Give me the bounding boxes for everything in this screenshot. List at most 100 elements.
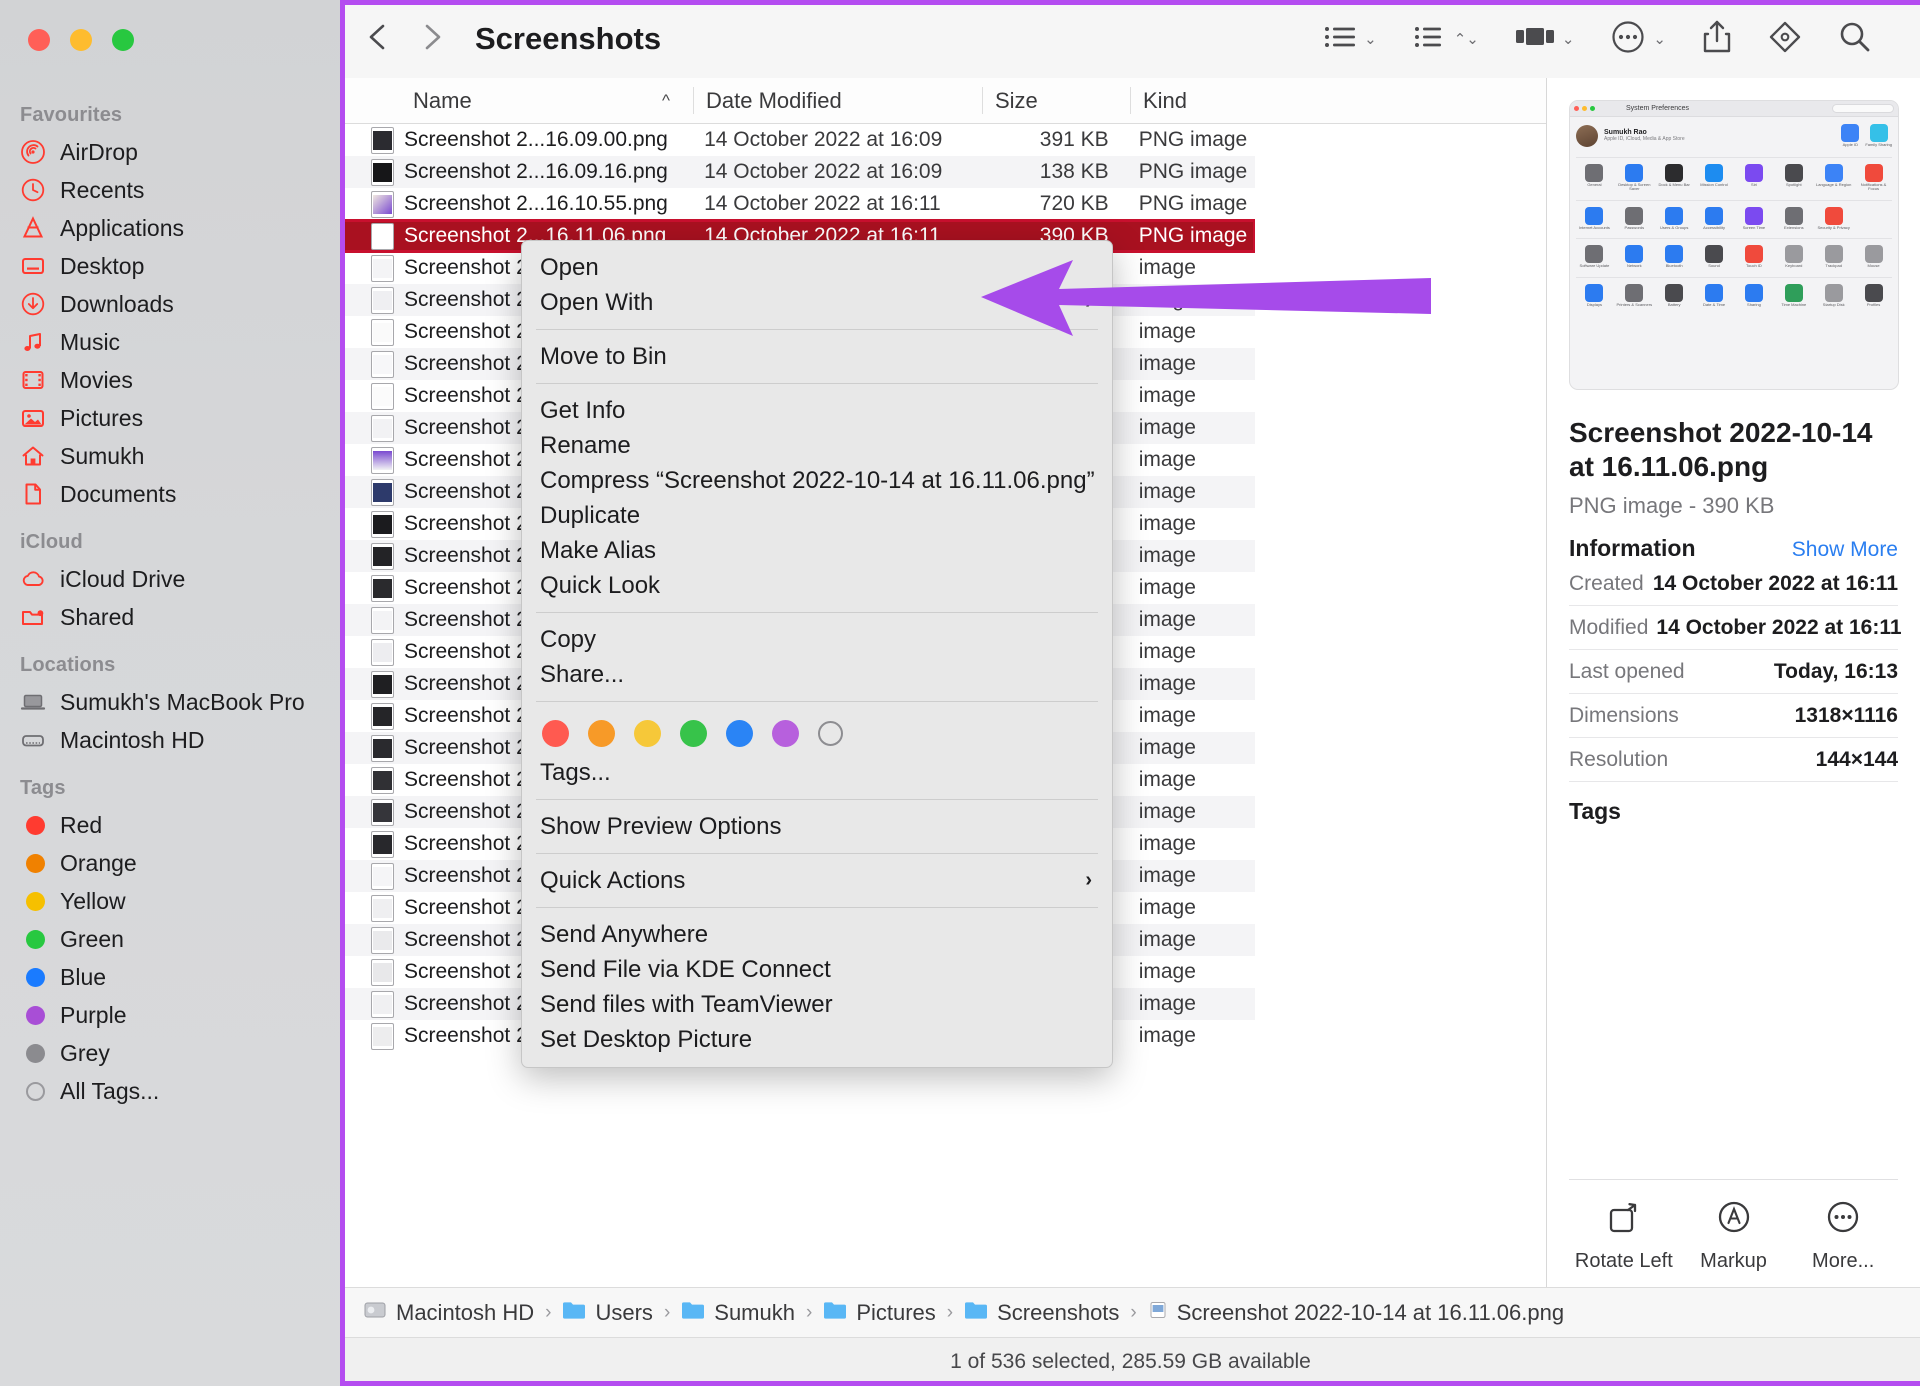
table-row[interactable]: Screenshot 2...16.09.00.png 14 October 20… [341,124,1255,156]
sidebar-item-orange[interactable]: Orange [0,844,341,882]
prefs-cell: Battery [1656,283,1693,308]
sidebar-item-grey[interactable]: Grey [0,1034,341,1072]
markup-button[interactable]: Markup [1679,1198,1789,1273]
menu-item-set-desktop-picture[interactable]: Set Desktop Picture [522,1022,1112,1057]
preview-info-rows: Created 14 October 2022 at 16:11 Modified 1… [1569,562,1902,783]
sidebar-item-desktop[interactable]: Desktop [0,247,341,285]
menu-item-move-to-bin[interactable]: Move to Bin [522,339,1112,374]
menu-item-copy[interactable]: Copy [522,622,1112,657]
menu-item-compress-screenshot-2022-10-14-at-16-11-[interactable]: Compress “Screenshot 2022-10-14 at 16.11… [522,463,1112,498]
menu-item-open[interactable]: Open [522,250,1112,285]
forward-button[interactable] [419,21,445,58]
menu-item-label: Quick Actions [540,866,686,894]
sidebar-item-sumukh[interactable]: Sumukh [0,437,341,475]
menu-item-send-anywhere[interactable]: Send Anywhere [522,917,1112,952]
show-more-link[interactable]: Show More [1792,538,1898,562]
menu-item-send-file-via-kde-connect[interactable]: Send File via KDE Connect [522,952,1112,987]
sidebar-item-icloud-drive[interactable]: iCloud Drive [0,560,341,598]
rotate-left-button[interactable]: Rotate Left [1569,1198,1679,1273]
menu-item-quick-actions[interactable]: Quick Actions › [522,863,1112,898]
menu-item-quick-look[interactable]: Quick Look [522,568,1112,603]
breadcrumb-item[interactable]: Screenshot 2022-10-14 at 16.11.06.png [1148,1300,1564,1326]
menu-item-tags[interactable]: Tags... [522,755,1112,790]
info-row: Last opened Today, 16:13 [1569,650,1898,695]
menu-item-duplicate[interactable]: Duplicate [522,498,1112,533]
tag-button[interactable] [1750,20,1820,59]
column-header-name[interactable]: Name ^ [341,78,694,123]
column-header-date[interactable]: Date Modified [694,78,983,123]
sidebar-item-red[interactable]: Red [0,806,341,844]
file-icon [1148,1300,1168,1326]
menu-item-send-files-with-teamviewer[interactable]: Send files with TeamViewer [522,987,1112,1022]
menu-item-label: Duplicate [540,501,641,529]
sidebar-item-green[interactable]: Green [0,920,341,958]
breadcrumb-item[interactable]: Users [562,1300,653,1326]
search-button[interactable] [1820,20,1890,59]
sidebar-item-yellow[interactable]: Yellow [0,882,341,920]
tag-color-swatches[interactable] [522,711,1112,755]
menu-item-make-alias[interactable]: Make Alias [522,533,1112,568]
prefs-cell: Notifications & Focus [1855,163,1892,192]
file-kind: image [1138,448,1196,471]
menu-item-open-with[interactable]: Open With › [522,285,1112,320]
sidebar-item-sumukh-s-macbook-pro[interactable]: Sumukh's MacBook Pro [0,683,341,721]
tag-color-swatch[interactable] [726,719,753,747]
tag-icon [1768,20,1802,59]
sidebar-item-purple[interactable]: Purple [0,996,341,1034]
minimize-button[interactable] [70,29,92,51]
close-button[interactable] [28,29,50,51]
sidebar-item-all-tags[interactable]: All Tags... [0,1072,341,1110]
tag-color-swatch[interactable] [588,719,615,747]
breadcrumb-item[interactable]: Screenshots [964,1300,1119,1326]
preview-panel: System Preferences Sumukh Rao Apple ID, … [1546,78,1920,1315]
table-row[interactable]: Screenshot 2...16.09.16.png 14 October 20… [341,156,1255,188]
prefs-cell: Dock & Menu Bar [1656,163,1693,192]
menu-item-get-info[interactable]: Get Info [522,393,1112,428]
breadcrumb-item[interactable]: Macintosh HD [363,1300,534,1326]
png-file-icon [371,894,394,922]
sidebar-item-applications[interactable]: Applications [0,209,341,247]
prefs-label: Passwords [1624,224,1645,230]
file-name: Screenshot 2...16.09.00.png [404,128,668,151]
tag-color-swatch[interactable] [542,719,569,747]
sidebar-item-label: iCloud Drive [60,565,186,592]
prefs-label: Accessibility [1703,224,1725,230]
menu-item-share[interactable]: Share... [522,657,1112,692]
group-sort-button[interactable]: ⌃⌄ [1395,24,1497,55]
column-header-size[interactable]: Size [983,78,1131,123]
context-menu[interactable]: Open Open With › Move to Bin Get Info Rename C… [521,240,1113,1068]
sidebar-item-airdrop[interactable]: AirDrop [0,133,341,171]
sidebar-item-recents[interactable]: Recents [0,171,341,209]
menu-item-rename[interactable]: Rename [522,428,1112,463]
sidebar-item-downloads[interactable]: Downloads [0,285,341,323]
maximize-button[interactable] [112,29,134,51]
back-button[interactable] [365,21,391,58]
sidebar-item-documents[interactable]: Documents [0,475,341,513]
tag-color-swatch[interactable] [680,719,707,747]
prefs-icon [1665,163,1684,182]
menu-item-show-preview-options[interactable]: Show Preview Options [522,809,1112,844]
breadcrumb[interactable]: Macintosh HD › Users › Sumukh › Pictures › Scree… [341,1287,1920,1337]
sidebar-item-shared[interactable]: Shared [0,598,341,636]
movies-icon [20,367,46,393]
sidebar-item-pictures[interactable]: Pictures [0,399,341,437]
list-view-button[interactable]: ⌄ [1305,24,1395,55]
breadcrumb-item[interactable]: Pictures [823,1300,936,1326]
breadcrumb-item[interactable]: Sumukh [681,1300,795,1326]
sidebar-item-movies[interactable]: Movies [0,361,341,399]
sidebar-item-blue[interactable]: Blue [0,958,341,996]
tag-color-swatch[interactable] [772,719,799,747]
png-file-icon [371,350,394,378]
more-button[interactable]: More... [1788,1198,1898,1273]
tag-color-swatch[interactable] [634,719,661,747]
table-row[interactable]: Screenshot 2...16.10.55.png 14 October 20… [341,188,1255,220]
sidebar-item-music[interactable]: Music [0,323,341,361]
gallery-view-button[interactable]: ⌄ [1497,24,1593,55]
sidebar-item-macintosh-hd[interactable]: Macintosh HD [0,721,341,759]
column-header-kind[interactable]: Kind [1131,78,1260,123]
toolbar: Screenshots ⌄ ⌃⌄ ⌄ ⌄ [341,0,1920,78]
prefs-icon [1705,206,1724,225]
no-tag-swatch[interactable] [818,720,843,746]
more-actions-button[interactable]: ⌄ [1592,19,1684,60]
share-button[interactable] [1684,19,1750,60]
